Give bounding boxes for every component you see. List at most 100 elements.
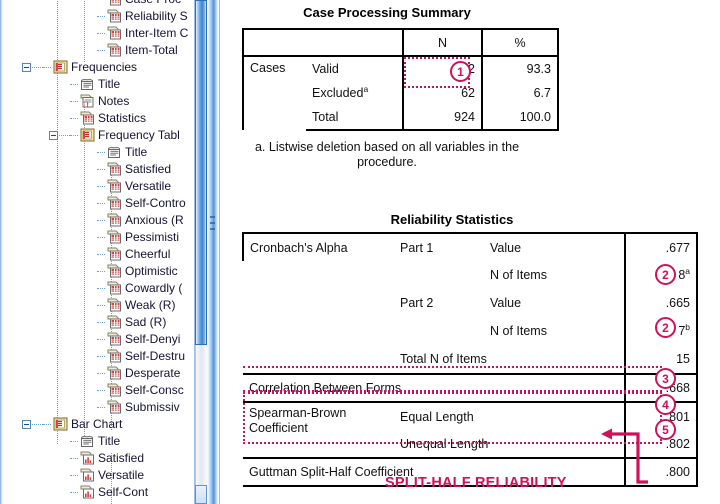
tree-connector-line <box>97 356 105 358</box>
tree-item-versatile[interactable]: Versatile <box>125 178 171 195</box>
table-icon <box>107 213 122 227</box>
row-label-excluded: Excludeda <box>306 81 403 105</box>
blank-cell-1 <box>243 261 394 289</box>
tree-item-weak-r-[interactable]: Weak (R) <box>125 297 175 314</box>
tree-item-title[interactable]: Title <box>125 144 147 161</box>
notes-icon: i <box>80 94 95 108</box>
outline-vertical-scrollbar[interactable] <box>194 0 208 504</box>
callout-1: 1 <box>450 61 471 82</box>
table-icon <box>107 298 122 312</box>
table-icon <box>107 162 122 176</box>
tree-connector-line <box>43 424 51 426</box>
tree-connector-line <box>70 475 78 477</box>
output-icon <box>53 60 68 74</box>
table-icon <box>107 230 122 244</box>
tree-item-title[interactable]: Title <box>98 433 120 450</box>
tree-item-optimistic[interactable]: Optimistic <box>125 263 178 280</box>
tree-item-satisfied[interactable]: Satisfied <box>125 161 171 178</box>
case-processing-summary-table: N % Cases Valid 862 93.3 Excludeda 62 6.… <box>242 28 559 131</box>
tree-item-frequency-tabl[interactable]: Frequency Tabl <box>98 127 180 144</box>
table-icon <box>107 383 122 397</box>
tree-connector-line <box>97 16 105 18</box>
tree-expander-frequencies[interactable] <box>22 63 31 72</box>
tree-item-reliability-s[interactable]: Reliability S <box>125 8 188 25</box>
tree-item-self-denyi[interactable]: Self-Denyi <box>125 331 180 348</box>
footnote-marker-a2: a <box>685 265 690 276</box>
tree-item-bar-chart[interactable]: Bar Chart <box>71 416 122 433</box>
scrollbar-track[interactable] <box>195 345 207 485</box>
tree-connector-line <box>70 84 78 86</box>
blank-cell-4 <box>243 317 394 345</box>
table-icon <box>107 247 122 261</box>
tree-connector-line <box>97 305 105 307</box>
tree-connector-line <box>97 271 105 273</box>
excluded-n-cell: 62 <box>402 81 482 105</box>
table-header-row: N % <box>242 28 559 56</box>
tree-item-cheerful[interactable]: Cheerful <box>125 246 170 263</box>
tree-item-case-proc[interactable]: Case Proc <box>125 0 181 8</box>
correlation-between-forms-label: Correlation Between Forms <box>243 373 625 402</box>
tree-item-inter-item-c[interactable]: Inter-Item C <box>125 25 188 42</box>
tree-connector-line <box>97 322 105 324</box>
footnote-marker-a: a <box>363 83 369 94</box>
tree-item-anxious-r[interactable]: Anxious (R <box>125 212 184 229</box>
table-icon <box>107 196 122 210</box>
tree-expander-frequency-tabl[interactable] <box>49 131 58 140</box>
part2-value: .665 <box>624 289 698 317</box>
table-icon <box>107 264 122 278</box>
pane-splitter[interactable] <box>207 0 219 504</box>
tree-item-notes[interactable]: Notes <box>98 93 129 110</box>
table-row: Part 2 Value .665 <box>243 289 698 317</box>
tree-item-item-total[interactable]: Item-Total <box>125 42 178 59</box>
tree-item-title[interactable]: Title <box>98 76 120 93</box>
tree-connector-line <box>97 288 105 290</box>
tree-connector-line <box>59 135 70 137</box>
splitter-grip-icon <box>210 216 215 242</box>
table-row: Cronbach's Alpha Part 1 Value .677 <box>242 232 698 261</box>
part-1-label: Part 1 <box>394 232 484 261</box>
callout-2-part1: 2 <box>655 264 676 285</box>
spearman-brown-label: Spearman-Brown Coefficient <box>243 401 394 458</box>
scrollbar-thumb[interactable] <box>195 0 207 345</box>
tree-item-frequencies[interactable]: Frequencies <box>71 59 137 76</box>
outline-pane: Case ProcReliability SInter-Item CItem-T… <box>0 0 194 504</box>
tree-connector-line <box>70 492 78 494</box>
total-n-cell: 924 <box>402 105 482 131</box>
row-group-cases: Cases <box>242 55 306 130</box>
tree-connector-line <box>43 67 51 69</box>
tree-item-self-consc[interactable]: Self-Consc <box>125 382 184 399</box>
table-icon <box>107 9 122 23</box>
table-row: N of Items 7b <box>243 317 698 345</box>
table-icon <box>107 43 122 57</box>
tree-item-satisfied[interactable]: Satisfied <box>98 450 144 467</box>
row-label-total: Total <box>306 105 403 131</box>
part1-value: .677 <box>624 232 698 261</box>
table-icon <box>80 111 95 125</box>
header-blank-1 <box>242 28 306 56</box>
tree-item-submissiv[interactable]: Submissiv <box>125 399 180 416</box>
scrollbar-down-button[interactable] <box>195 485 207 504</box>
tree-connector-line <box>70 441 78 443</box>
tree-item-statistics[interactable]: Statistics <box>98 110 146 127</box>
spss-output-window: Case ProcReliability SInter-Item CItem-T… <box>0 0 720 504</box>
table-icon <box>107 281 122 295</box>
table-icon <box>107 179 122 193</box>
table-icon <box>107 366 122 380</box>
row-label-excluded-text: Excluded <box>312 86 364 100</box>
tree-item-self-contro[interactable]: Self-Contro <box>125 195 186 212</box>
tree-item-self-destru[interactable]: Self-Destru <box>125 348 185 365</box>
tree-connector-line <box>97 220 105 222</box>
case-processing-footnote: a. Listwise deletion based on all variab… <box>254 140 520 169</box>
tree-item-sad-r-[interactable]: Sad (R) <box>125 314 166 331</box>
tree-item-versatile[interactable]: Versatile <box>98 467 144 484</box>
tree-item-pessimisti[interactable]: Pessimisti <box>125 229 179 246</box>
tree-item-self-cont[interactable]: Self-Cont <box>98 484 148 501</box>
output-outline-tree[interactable]: Case ProcReliability SInter-Item CItem-T… <box>0 0 194 504</box>
part1-n-items-label: N of Items <box>484 261 625 289</box>
tree-item-desperate[interactable]: Desperate <box>125 365 180 382</box>
output-icon <box>80 128 95 142</box>
tree-item-cowardly-[interactable]: Cowardly ( <box>125 280 182 297</box>
tree-expander-bar-chart[interactable] <box>22 420 31 429</box>
tree-connector-line <box>97 339 105 341</box>
callout-3: 3 <box>655 368 676 389</box>
